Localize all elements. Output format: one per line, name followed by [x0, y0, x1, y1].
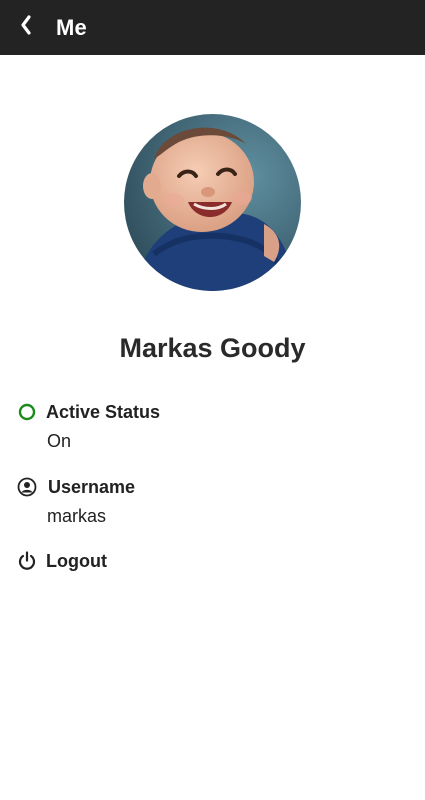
active-status-item[interactable]: Active Status [16, 401, 160, 423]
logout-label: Logout [46, 550, 107, 571]
chevron-left-icon [19, 15, 33, 40]
back-button[interactable] [4, 0, 48, 55]
profile-photo [124, 114, 301, 291]
power-icon [16, 550, 38, 572]
username-value: markas [47, 506, 107, 526]
avatar[interactable] [124, 114, 301, 291]
top-app-bar: Me [0, 0, 425, 55]
active-status-label: Active Status [46, 401, 161, 422]
logout-item[interactable]: Logout [16, 550, 107, 572]
username-item[interactable]: Username [16, 476, 135, 498]
status-circle-icon [16, 401, 38, 423]
active-status-value: On [47, 431, 72, 451]
username-label: Username [48, 476, 136, 497]
account-circle-icon [16, 476, 38, 498]
page-title: Me [56, 14, 87, 40]
profile-name: Markas Goody [119, 333, 306, 363]
